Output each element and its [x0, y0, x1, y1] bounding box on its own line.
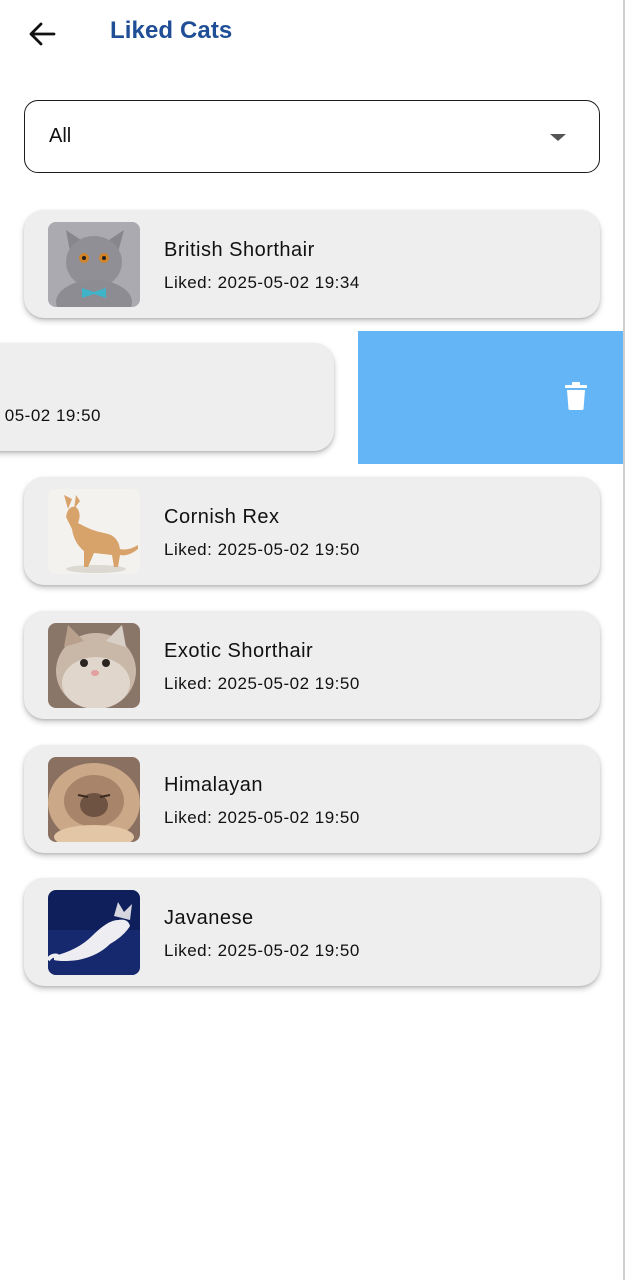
cat-name: Cornish Rex	[164, 506, 280, 528]
liked-cat-card[interactable]: Exotic Shorthair Liked: 2025-05-02 19:50	[24, 611, 600, 719]
trash-icon	[565, 382, 587, 410]
liked-date: Liked: 2025-05-02 19:50	[164, 674, 360, 693]
caret-down-icon	[550, 134, 566, 141]
liked-date: Liked: 2025-05-02 19:34	[164, 273, 360, 292]
page-title: Liked Cats	[110, 17, 233, 44]
liked-date-partial: 05-02 19:50	[4, 406, 101, 425]
liked-date: Liked: 2025-05-02 19:50	[164, 540, 360, 559]
cat-thumbnail	[48, 623, 140, 708]
liked-cat-card[interactable]: British Shorthair Liked: 2025-05-02 19:3…	[24, 210, 600, 318]
liked-cat-card[interactable]: Himalayan Liked: 2025-05-02 19:50	[24, 745, 600, 853]
liked-date: Liked: 2025-05-02 19:50	[164, 808, 360, 827]
swipe-delete-action[interactable]	[358, 331, 623, 464]
liked-cat-card[interactable]: Cornish Rex Liked: 2025-05-02 19:50	[24, 477, 600, 585]
cat-name: British Shorthair	[164, 239, 315, 261]
arrow-left-icon	[29, 22, 56, 46]
cat-name: Javanese	[164, 907, 254, 929]
liked-cat-card[interactable]: Javanese Liked: 2025-05-02 19:50	[24, 878, 600, 986]
breed-filter-dropdown[interactable]: All	[24, 100, 600, 173]
cat-thumbnail	[48, 489, 140, 574]
filter-selected-value: All	[49, 125, 72, 147]
cat-thumbnail	[48, 757, 140, 842]
cat-thumbnail	[48, 890, 140, 975]
liked-date: Liked: 2025-05-02 19:50	[164, 941, 360, 960]
cat-name: Exotic Shorthair	[164, 640, 314, 662]
back-button[interactable]	[20, 14, 64, 54]
liked-cats-screen: Liked Cats All British Shorthair Liked: …	[0, 0, 625, 1280]
cat-name: Himalayan	[164, 774, 263, 796]
cat-thumbnail	[48, 222, 140, 307]
app-bar: Liked Cats	[0, 0, 623, 68]
liked-cat-card-swiped[interactable]: 05-02 19:50	[0, 343, 334, 451]
